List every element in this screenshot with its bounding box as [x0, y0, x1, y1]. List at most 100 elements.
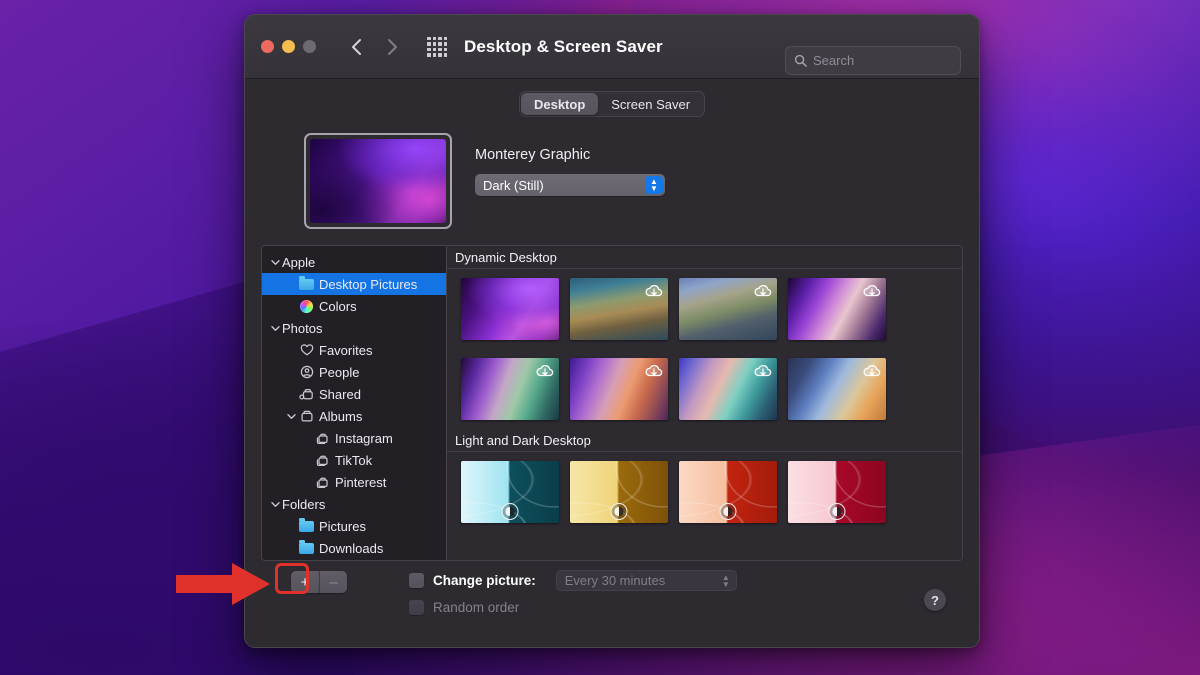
back-chevron-icon[interactable]: [345, 36, 367, 58]
gallery-row: [447, 349, 962, 429]
sidebar-item-label: Downloads: [319, 541, 383, 556]
cloud-download-icon[interactable]: [644, 361, 664, 381]
item-icon: [314, 476, 331, 489]
disclosure-triangle-icon[interactable]: [268, 325, 282, 332]
annotation-arrow-icon: [176, 559, 272, 609]
person-circle-icon: [300, 365, 314, 379]
sidebar-item-label: Albums: [319, 409, 362, 424]
light-dark-clock-icon: [502, 503, 519, 520]
add-remove-folder-group: + –: [291, 571, 347, 593]
wallpaper-browser: Apple Desktop Pictures ColorsPhotos Favorit…: [261, 245, 963, 561]
preview-metadata: Monterey Graphic Dark (Still) ▲▼: [475, 133, 665, 229]
tab-group: Desktop Screen Saver: [519, 91, 705, 117]
wallpaper-thumbnail[interactable]: [788, 278, 886, 340]
search-input[interactable]: [813, 53, 952, 68]
interval-value: Every 30 minutes: [565, 573, 665, 588]
window-titlebar: Desktop & Screen Saver: [245, 15, 979, 79]
sidebar-item-desktop-pictures[interactable]: Desktop Pictures: [262, 273, 446, 295]
album-stack-icon: [316, 432, 330, 445]
cloud-download-icon[interactable]: [862, 281, 882, 301]
chevron-updown-icon: ▲▼: [722, 574, 730, 588]
zoom-button[interactable]: [303, 40, 316, 53]
cloud-download-icon[interactable]: [753, 281, 773, 301]
sidebar-item-label: Folders: [282, 497, 325, 512]
interval-popup-button[interactable]: Every 30 minutes ▲▼: [556, 570, 737, 591]
sidebar-item-people[interactable]: People: [262, 361, 446, 383]
sidebar-item-favorites[interactable]: Favorites: [262, 339, 446, 361]
sidebar-item-shared[interactable]: Shared: [262, 383, 446, 405]
sidebar-item-downloads[interactable]: Downloads: [262, 537, 446, 559]
sidebar-item-pinterest[interactable]: Pinterest: [262, 471, 446, 493]
style-popup-button[interactable]: Dark (Still) ▲▼: [475, 174, 665, 196]
sidebar-item-apple[interactable]: Apple: [262, 251, 446, 273]
search-box[interactable]: [785, 46, 961, 75]
change-picture-label: Change picture:: [433, 573, 536, 588]
sidebar-item-instagram[interactable]: Instagram: [262, 427, 446, 449]
preview-row: Monterey Graphic Dark (Still) ▲▼: [261, 133, 963, 229]
bottom-bar: + – Change picture: Every 30 minutes ▲▼: [261, 561, 963, 633]
current-wallpaper-preview[interactable]: [304, 133, 452, 229]
light-dark-clock-icon: [829, 503, 846, 520]
wallpaper-thumbnail[interactable]: [461, 278, 559, 340]
sidebar-item-label: Pictures: [319, 519, 366, 534]
sidebar-item-label: Pinterest: [335, 475, 386, 490]
source-sidebar[interactable]: Apple Desktop Pictures ColorsPhotos Favorit…: [262, 246, 447, 560]
preferences-body: Desktop Screen Saver Monterey Graphic Da…: [245, 79, 979, 647]
wallpaper-thumbnail[interactable]: [461, 461, 559, 523]
change-picture-checkbox[interactable]: [409, 573, 424, 588]
sidebar-item-colors[interactable]: Colors: [262, 295, 446, 317]
wallpaper-thumbnail[interactable]: [679, 461, 777, 523]
preview-thumbnail-image: [310, 139, 446, 223]
item-icon: [298, 343, 315, 357]
add-folder-button[interactable]: +: [291, 571, 319, 593]
help-button[interactable]: ?: [924, 589, 946, 611]
disclosure-triangle-icon[interactable]: [284, 413, 298, 420]
cloud-download-icon[interactable]: [862, 361, 882, 381]
cloud-download-icon[interactable]: [644, 281, 664, 301]
traffic-lights: [261, 40, 316, 53]
minimize-button[interactable]: [282, 40, 295, 53]
wallpaper-thumbnail[interactable]: [570, 278, 668, 340]
system-preferences-window: Desktop & Screen Saver Desktop Screen Sa…: [244, 14, 980, 648]
light-dark-clock-icon: [611, 503, 628, 520]
wallpaper-thumbnail[interactable]: [570, 461, 668, 523]
remove-folder-button[interactable]: –: [319, 571, 347, 593]
change-picture-row: Change picture: Every 30 minutes ▲▼: [409, 571, 737, 590]
cloud-download-icon[interactable]: [753, 361, 773, 381]
folder-icon: [299, 543, 314, 554]
wallpaper-thumbnail[interactable]: [679, 278, 777, 340]
sidebar-item-label: Favorites: [319, 343, 372, 358]
show-all-preferences-icon[interactable]: [427, 37, 447, 57]
sidebar-item-label: TikTok: [335, 453, 372, 468]
wallpaper-thumbnail[interactable]: [570, 358, 668, 420]
page-title: Desktop & Screen Saver: [464, 37, 663, 57]
sidebar-item-albums[interactable]: Albums: [262, 405, 446, 427]
wallpaper-thumbnail[interactable]: [679, 358, 777, 420]
style-popup-value: Dark (Still): [483, 178, 544, 193]
disclosure-triangle-icon[interactable]: [268, 501, 282, 508]
wallpaper-thumbnail[interactable]: [788, 461, 886, 523]
cloud-download-icon[interactable]: [535, 361, 555, 381]
sidebar-item-photos[interactable]: Photos: [262, 317, 446, 339]
wallpaper-thumbnail[interactable]: [461, 358, 559, 420]
disclosure-triangle-icon[interactable]: [268, 259, 282, 266]
album-stack-icon: [316, 476, 330, 489]
gallery-row: [447, 269, 962, 349]
sidebar-item-label: Instagram: [335, 431, 393, 446]
item-icon: [298, 387, 315, 401]
gallery-section-header: Dynamic Desktop: [447, 246, 962, 269]
light-dark-clock-icon: [720, 503, 737, 520]
wallpaper-thumbnail[interactable]: [788, 358, 886, 420]
sidebar-item-pictures[interactable]: Pictures: [262, 515, 446, 537]
item-icon: [298, 300, 315, 313]
forward-chevron-icon[interactable]: [381, 36, 403, 58]
sidebar-item-label: Desktop Pictures: [319, 277, 417, 292]
sidebar-item-tiktok[interactable]: TikTok: [262, 449, 446, 471]
close-button[interactable]: [261, 40, 274, 53]
item-icon: [314, 454, 331, 467]
tab-screen-saver[interactable]: Screen Saver: [598, 93, 703, 115]
tab-desktop[interactable]: Desktop: [521, 93, 598, 115]
wallpaper-gallery[interactable]: Dynamic DesktopLight and Dark Desktop: [447, 246, 962, 560]
sidebar-item-folders[interactable]: Folders: [262, 493, 446, 515]
random-order-checkbox[interactable]: [409, 600, 424, 615]
